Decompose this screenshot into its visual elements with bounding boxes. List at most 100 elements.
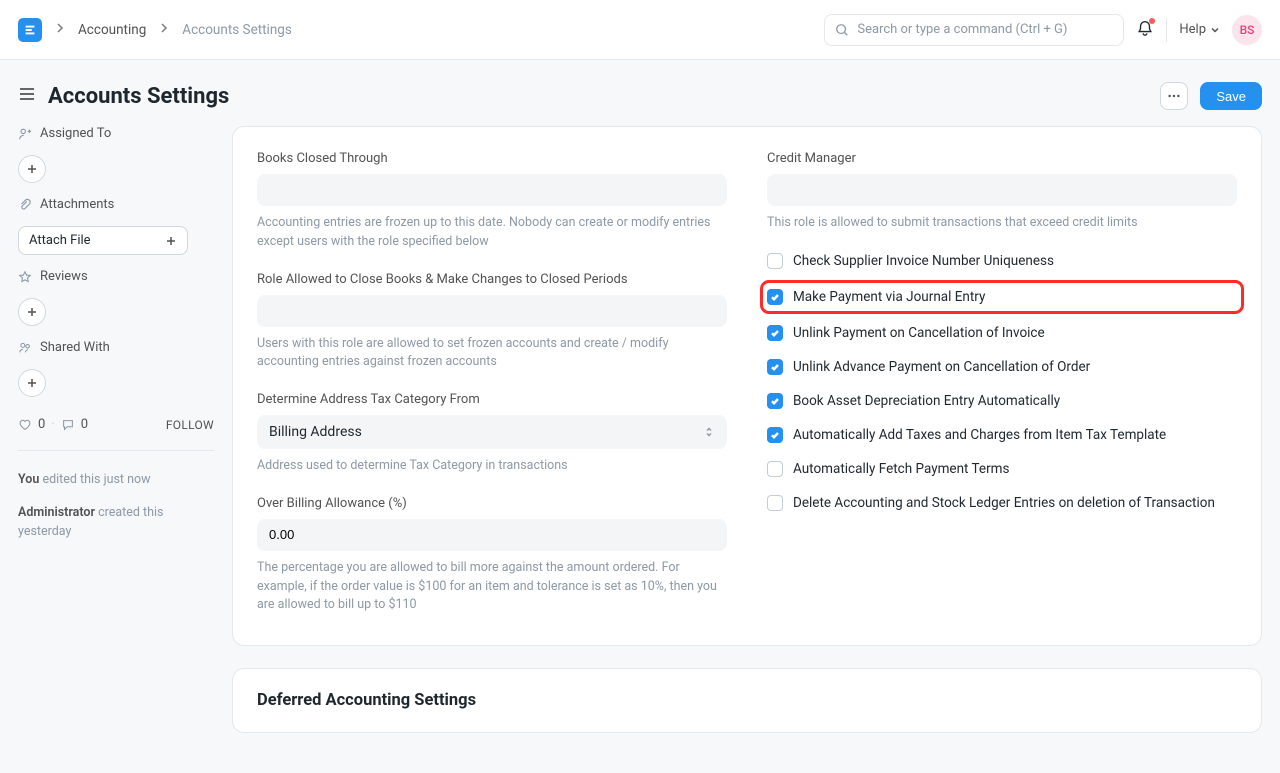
checkbox-row[interactable]: Automatically Add Taxes and Charges from…	[767, 427, 1237, 443]
breadcrumb-accounting[interactable]: Accounting	[78, 22, 146, 38]
form-sidebar: Assigned To Attachments Attach File Revi…	[18, 126, 214, 733]
page-title: Accounts Settings	[48, 84, 229, 109]
engagement-stats: 0 · 0	[18, 417, 88, 432]
credit-mgr-label: Credit Manager	[767, 151, 1237, 166]
reviews-text: Reviews	[40, 269, 88, 284]
assigned-to-text: Assigned To	[40, 126, 111, 141]
notifications-button[interactable]	[1136, 19, 1154, 41]
check-icon	[770, 328, 780, 338]
checkbox[interactable]	[767, 393, 783, 409]
check-icon	[770, 362, 780, 372]
credit-mgr-help: This role is allowed to submit transacti…	[767, 214, 1237, 233]
heart-icon[interactable]	[18, 418, 32, 432]
overbill-help: The percentage you are allowed to bill m…	[257, 559, 727, 615]
comments-count: 0	[81, 417, 88, 432]
chevron-right-icon	[158, 22, 170, 38]
role-close-label: Role Allowed to Close Books & Make Chang…	[257, 272, 727, 287]
deferred-accounting-card: Deferred Accounting Settings	[232, 668, 1262, 733]
help-dropdown[interactable]: Help	[1179, 22, 1220, 37]
page-actions-menu[interactable]	[1160, 82, 1188, 110]
plus-icon	[165, 235, 177, 247]
likes-count: 0	[38, 417, 45, 432]
user-avatar[interactable]: BS	[1232, 15, 1262, 45]
shared-with-text: Shared With	[40, 340, 110, 355]
checkbox[interactable]	[767, 495, 783, 511]
credit-mgr-input[interactable]	[767, 174, 1237, 206]
comment-icon[interactable]	[61, 418, 75, 432]
checkbox-label: Check Supplier Invoice Number Uniqueness	[793, 253, 1054, 269]
checkbox-row[interactable]: Unlink Advance Payment on Cancellation o…	[767, 359, 1237, 375]
checkbox-label: Delete Accounting and Stock Ledger Entri…	[793, 495, 1215, 511]
paperclip-icon	[18, 198, 32, 212]
checkbox-row[interactable]: Check Supplier Invoice Number Uniqueness	[767, 253, 1237, 269]
attach-file-button[interactable]: Attach File	[18, 226, 188, 255]
tax-category-select[interactable]: Billing Address	[257, 415, 727, 449]
timeline-entry: You edited this just now	[18, 471, 214, 490]
dots-horizontal-icon	[1167, 89, 1181, 103]
save-button[interactable]: Save	[1200, 82, 1262, 110]
checkbox-row[interactable]: Unlink Payment on Cancellation of Invoic…	[767, 325, 1237, 341]
follow-button[interactable]: FOLLOW	[166, 418, 214, 432]
checkbox-label: Automatically Add Taxes and Charges from…	[793, 427, 1166, 443]
checkbox-row[interactable]: Make Payment via Journal Entry	[767, 287, 1237, 307]
attach-file-text: Attach File	[29, 233, 91, 248]
tax-category-label: Determine Address Tax Category From	[257, 392, 727, 407]
deferred-accounting-title: Deferred Accounting Settings	[257, 691, 1237, 710]
plus-icon	[26, 163, 38, 175]
checkbox-label: Unlink Payment on Cancellation of Invoic…	[793, 325, 1045, 341]
top-navbar: Accounting Accounts Settings Search or t…	[0, 0, 1280, 60]
role-close-input[interactable]	[257, 295, 727, 327]
books-closed-input[interactable]	[257, 174, 727, 206]
plus-icon	[26, 377, 38, 389]
page-header: Accounts Settings Save	[0, 60, 1280, 120]
add-assignee-button[interactable]	[18, 155, 46, 183]
checkbox[interactable]	[767, 461, 783, 477]
checkbox-row[interactable]: Automatically Fetch Payment Terms	[767, 461, 1237, 477]
sidebar-divider	[18, 450, 214, 451]
search-icon	[835, 23, 849, 37]
checkbox[interactable]	[767, 253, 783, 269]
books-closed-label: Books Closed Through	[257, 151, 727, 166]
attachments-label: Attachments	[18, 197, 214, 212]
books-closed-help: Accounting entries are frozen up to this…	[257, 214, 727, 252]
reviews-label: Reviews	[18, 269, 214, 284]
breadcrumbs: Accounting Accounts Settings	[54, 22, 292, 38]
role-close-help: Users with this role are allowed to set …	[257, 335, 727, 373]
breadcrumb-current: Accounts Settings	[182, 22, 292, 38]
users-icon	[18, 341, 32, 355]
add-share-button[interactable]	[18, 369, 46, 397]
check-icon	[770, 430, 780, 440]
global-search[interactable]: Search or type a command (Ctrl + G)	[824, 14, 1124, 46]
tax-category-help: Address used to determine Tax Category i…	[257, 457, 727, 476]
chevron-right-icon	[54, 22, 66, 38]
checkbox-row[interactable]: Book Asset Depreciation Entry Automatica…	[767, 393, 1237, 409]
timeline-text: edited this just now	[39, 472, 150, 487]
timeline-actor: Administrator	[18, 505, 95, 520]
overbill-label: Over Billing Allowance (%)	[257, 496, 727, 511]
plus-icon	[26, 306, 38, 318]
add-review-button[interactable]	[18, 298, 46, 326]
checkbox-label: Book Asset Depreciation Entry Automatica…	[793, 393, 1060, 409]
sidebar-toggle[interactable]	[18, 85, 36, 107]
check-icon	[770, 396, 780, 406]
check-icon	[770, 292, 780, 302]
help-label: Help	[1179, 22, 1206, 37]
timeline-entry: Administrator created this yesterday	[18, 504, 214, 542]
menu-icon	[18, 85, 36, 103]
star-icon	[18, 270, 32, 284]
app-logo[interactable]	[18, 18, 42, 42]
checkbox-row[interactable]: Delete Accounting and Stock Ledger Entri…	[767, 495, 1237, 511]
user-plus-icon	[18, 127, 32, 141]
checkbox-label: Automatically Fetch Payment Terms	[793, 461, 1009, 477]
search-placeholder: Search or type a command (Ctrl + G)	[857, 22, 1067, 37]
timeline-actor: You	[18, 472, 39, 487]
checkbox[interactable]	[767, 325, 783, 341]
tax-category-value: Billing Address	[269, 424, 362, 440]
checkbox[interactable]	[767, 427, 783, 443]
assigned-to-label: Assigned To	[18, 126, 214, 141]
overbill-input[interactable]	[257, 519, 727, 551]
checkbox-label: Unlink Advance Payment on Cancellation o…	[793, 359, 1090, 375]
checkbox[interactable]	[767, 359, 783, 375]
nav-divider	[1166, 18, 1167, 42]
checkbox[interactable]	[767, 289, 783, 305]
